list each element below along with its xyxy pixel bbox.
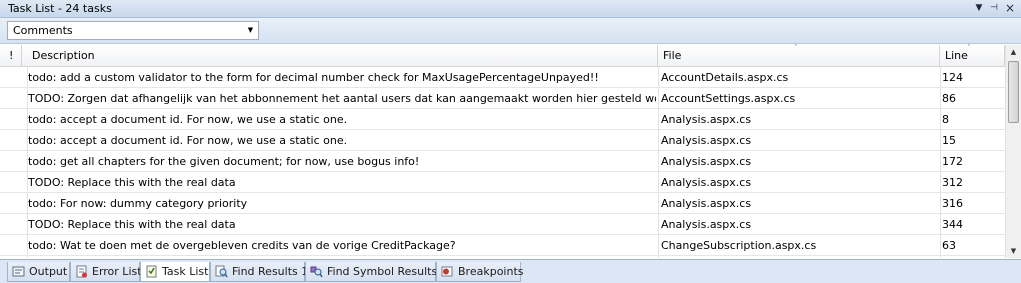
task-description: todo: For now: dummy category priority bbox=[28, 197, 248, 210]
grid-header: ! Description File ˆ Line ˆ bbox=[0, 44, 1021, 67]
task-line: 86 bbox=[942, 92, 956, 105]
table-row[interactable]: TODO: Replace this with the real data An… bbox=[0, 214, 1005, 235]
task-line: 8 bbox=[942, 113, 949, 126]
task-line: 63 bbox=[942, 239, 956, 252]
task-description: todo: get all chapters for the given doc… bbox=[28, 155, 420, 168]
table-row[interactable]: todo: Wat te doen met de overgebleven cr… bbox=[0, 235, 1005, 256]
scroll-up-icon[interactable]: ▲ bbox=[1006, 45, 1021, 59]
task-description: todo: add a custom validator to the form… bbox=[28, 71, 599, 84]
task-description: TODO: Replace this with the real data bbox=[28, 176, 236, 189]
priority-header-label: ! bbox=[9, 49, 14, 62]
table-row[interactable]: TODO: Replace this with the real data An… bbox=[0, 172, 1005, 193]
column-header-file[interactable]: File ˆ bbox=[658, 44, 940, 67]
task-line: 15 bbox=[942, 134, 956, 147]
scroll-down-icon[interactable]: ▼ bbox=[1006, 244, 1021, 258]
table-row[interactable]: todo: For now: dummy category priority A… bbox=[0, 193, 1005, 214]
tab-find-symbol-results[interactable]: Find Symbol Results bbox=[305, 262, 438, 282]
tab-find-results-1[interactable]: Find Results 1 bbox=[210, 262, 309, 282]
tab-label: Breakpoints bbox=[458, 265, 524, 278]
task-filter-dropdown[interactable]: Comments ▼ bbox=[7, 21, 259, 40]
find-symbol-icon bbox=[310, 266, 323, 278]
table-row[interactable]: todo: get all chapters for the given doc… bbox=[0, 151, 1005, 172]
task-file: Analysis.aspx.cs bbox=[661, 176, 752, 189]
task-line: 312 bbox=[942, 176, 963, 189]
tab-label: Output bbox=[29, 265, 68, 278]
window-position-dropdown-icon[interactable]: ▼ bbox=[972, 1, 986, 16]
column-header-description[interactable]: Description bbox=[27, 45, 658, 67]
task-line: 124 bbox=[942, 71, 963, 84]
table-row[interactable]: todo: add a custom validator to the form… bbox=[0, 67, 1005, 88]
column-header-line[interactable]: Line ˆ bbox=[940, 44, 1005, 67]
error-list-icon bbox=[76, 265, 87, 278]
task-description: todo: accept a document id. For now, we … bbox=[28, 113, 348, 126]
task-file: Analysis.aspx.cs bbox=[661, 134, 752, 147]
task-file: AccountSettings.aspx.cs bbox=[661, 92, 796, 105]
file-header-label: File bbox=[663, 49, 682, 62]
vertical-scrollbar[interactable]: ▲ ▼ bbox=[1005, 45, 1021, 258]
description-header-label: Description bbox=[32, 49, 95, 62]
tab-task-list[interactable]: Task List bbox=[140, 262, 210, 282]
task-filter-value: Comments bbox=[13, 24, 73, 37]
tab-error-list[interactable]: Error List bbox=[70, 262, 142, 282]
task-file: Analysis.aspx.cs bbox=[661, 155, 752, 168]
table-row[interactable]: TODO: Zorgen dat afhangelijk van het abb… bbox=[0, 88, 1005, 109]
task-description: TODO: Replace this with the real data bbox=[28, 218, 236, 231]
tool-window-tab-bar: Output Error List Task List Find Results… bbox=[0, 259, 1021, 283]
task-description: TODO: Zorgen dat afhangelijk van het abb… bbox=[28, 92, 656, 105]
task-file: Analysis.aspx.cs bbox=[661, 197, 752, 210]
line-header-label: Line bbox=[945, 49, 968, 62]
task-file: AccountDetails.aspx.cs bbox=[661, 71, 789, 84]
sort-arrow-icon: ˆ bbox=[794, 44, 798, 52]
task-line: 344 bbox=[942, 218, 963, 231]
breakpoints-icon bbox=[441, 266, 453, 277]
scrollbar-thumb[interactable] bbox=[1008, 61, 1019, 123]
tab-label: Find Symbol Results bbox=[327, 265, 438, 278]
auto-hide-pin-icon[interactable]: ⊣ bbox=[987, 1, 1001, 16]
tab-breakpoints[interactable]: Breakpoints bbox=[436, 262, 524, 282]
task-list-toolbar: Comments ▼ bbox=[0, 18, 1021, 44]
output-icon bbox=[12, 266, 25, 277]
task-file: Analysis.aspx.cs bbox=[661, 113, 752, 126]
tab-label: Find Results 1 bbox=[232, 265, 309, 278]
task-file: ChangeSubscription.aspx.cs bbox=[661, 239, 817, 252]
task-rows: todo: add a custom validator to the form… bbox=[0, 67, 1005, 258]
window-title: Task List - 24 tasks bbox=[8, 2, 112, 15]
close-icon[interactable]: × bbox=[1003, 1, 1017, 16]
tab-output[interactable]: Output bbox=[7, 262, 70, 282]
table-row[interactable]: todo: accept a document id. For now, we … bbox=[0, 130, 1005, 151]
find-results-icon bbox=[215, 265, 228, 278]
task-file: Analysis.aspx.cs bbox=[661, 218, 752, 231]
task-line: 172 bbox=[942, 155, 963, 168]
chevron-down-icon[interactable]: ▼ bbox=[243, 22, 258, 39]
tab-label: Task List bbox=[162, 265, 209, 278]
task-description: todo: Wat te doen met de overgebleven cr… bbox=[28, 239, 456, 252]
table-row[interactable]: todo: accept a document id. For now, we … bbox=[0, 109, 1005, 130]
task-list-icon bbox=[146, 265, 157, 278]
sort-arrow-icon: ˆ bbox=[967, 44, 971, 52]
tab-label: Error List bbox=[92, 265, 142, 278]
task-list-title-bar: Task List - 24 tasks ▼ ⊣ × bbox=[0, 0, 1021, 18]
column-header-priority[interactable]: ! bbox=[0, 45, 22, 67]
task-description: todo: accept a document id. For now, we … bbox=[28, 134, 348, 147]
task-line: 316 bbox=[942, 197, 963, 210]
